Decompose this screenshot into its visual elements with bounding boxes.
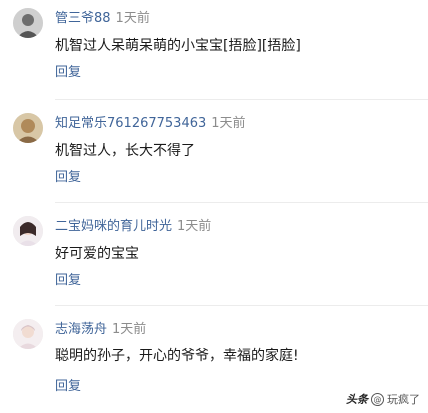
reply-button[interactable]: 回复 — [55, 65, 81, 81]
reply-button[interactable]: 回复 — [55, 379, 81, 395]
reply-button[interactable]: 回复 — [55, 170, 81, 186]
comment-meta: 志海荡舟 1天前 — [55, 322, 146, 338]
user-avatar[interactable] — [13, 113, 43, 143]
user-avatar[interactable] — [13, 8, 43, 38]
comment-username[interactable]: 知足常乐761267753463 — [55, 116, 206, 131]
user-avatar[interactable] — [13, 319, 43, 349]
comment-username[interactable]: 二宝妈咪的育儿时光 — [55, 219, 172, 234]
comment-meta: 知足常乐761267753463 1天前 — [55, 116, 246, 132]
at-icon: @ — [371, 392, 384, 406]
comment-time: 1天前 — [177, 219, 212, 234]
divider — [55, 202, 428, 203]
divider — [55, 305, 428, 306]
comment-text: 好可爱的宝宝 — [55, 246, 139, 262]
watermark-brand: 头条 — [346, 393, 368, 406]
watermark: 头条 @ 玩疯了 — [346, 391, 420, 407]
comment-username[interactable]: 管三爷88 — [55, 11, 111, 26]
comment-text: 机智过人，长大不得了 — [55, 143, 195, 159]
divider — [55, 99, 428, 100]
comment-meta: 二宝妈咪的育儿时光 1天前 — [55, 219, 211, 235]
reply-button[interactable]: 回复 — [55, 273, 81, 289]
comment-text: 机智过人呆萌呆萌的小宝宝[捂脸][捂脸] — [55, 38, 301, 54]
comment-username[interactable]: 志海荡舟 — [55, 322, 107, 337]
comment-time: 1天前 — [115, 11, 150, 26]
comment-text: 聪明的孙子，开心的爷爷，幸福的家庭! — [55, 348, 299, 364]
user-avatar[interactable] — [13, 216, 43, 246]
comment-time: 1天前 — [211, 116, 246, 131]
comment-time: 1天前 — [112, 322, 147, 337]
watermark-handle: 玩疯了 — [387, 393, 420, 406]
comment-meta: 管三爷88 1天前 — [55, 11, 150, 27]
